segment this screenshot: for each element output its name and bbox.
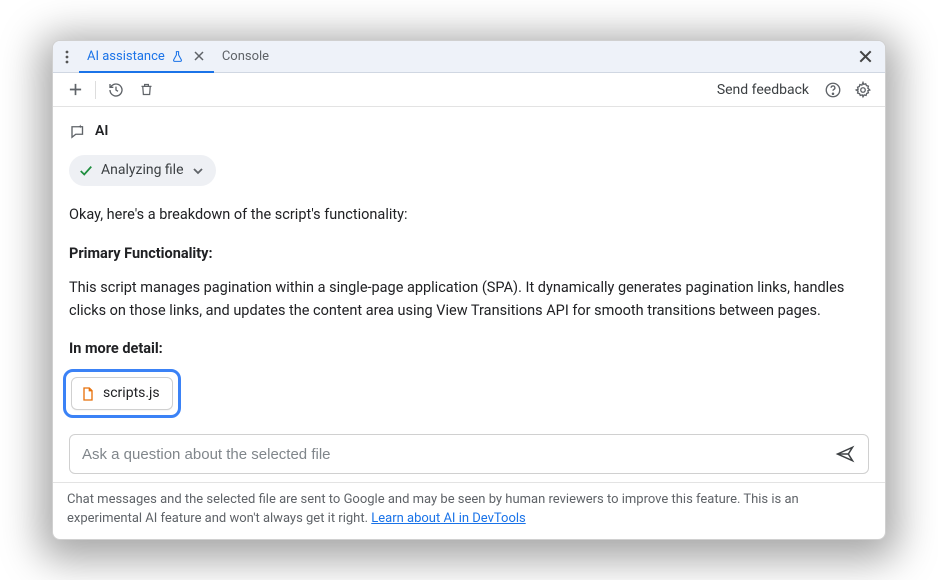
new-chat-button[interactable] [63,78,87,102]
ai-label: AI [95,121,108,143]
devtools-panel: AI assistance Console Send feedback [52,40,886,540]
tab-bar: AI assistance Console [53,41,885,73]
close-panel-icon[interactable] [853,45,877,69]
learn-more-link[interactable]: Learn about AI in DevTools [371,511,525,526]
flask-icon [171,50,184,63]
history-button[interactable] [104,78,128,102]
response-intro: Okay, here's a breakdown of the script's… [69,204,869,226]
check-icon [79,164,93,178]
help-icon[interactable] [821,78,845,102]
tab-label: Console [222,49,269,64]
separator [95,81,96,99]
detail-heading: In more detail: [69,338,869,360]
ai-header: AI [69,121,869,143]
delete-button[interactable] [134,78,158,102]
selected-file-chip[interactable]: scripts.js [71,377,173,411]
prompt-input[interactable] [82,446,832,463]
prompt-bar [69,434,869,474]
tab-ai-assistance[interactable]: AI assistance [79,41,214,73]
primary-body: This script manages pagination within a … [69,277,869,322]
file-icon [80,386,96,402]
selected-file-highlight: scripts.js [63,369,181,419]
status-chip[interactable]: Analyzing file [69,155,216,187]
close-tab-icon[interactable] [192,49,206,63]
send-feedback-link[interactable]: Send feedback [711,82,815,98]
selected-file-name: scripts.js [103,383,160,405]
kebab-menu-icon[interactable] [57,45,77,69]
send-button[interactable] [832,441,858,467]
tab-label: AI assistance [87,49,165,64]
chevron-down-icon [192,165,204,177]
settings-icon[interactable] [851,78,875,102]
sparkle-chat-icon [69,123,87,141]
chat-content: AI Analyzing file Okay, here's a breakdo… [53,107,885,434]
status-label: Analyzing file [101,160,184,182]
toolbar: Send feedback [53,73,885,107]
tab-console[interactable]: Console [214,41,277,73]
disclaimer-footer: Chat messages and the selected file are … [53,482,885,539]
primary-heading: Primary Functionality: [69,243,869,265]
